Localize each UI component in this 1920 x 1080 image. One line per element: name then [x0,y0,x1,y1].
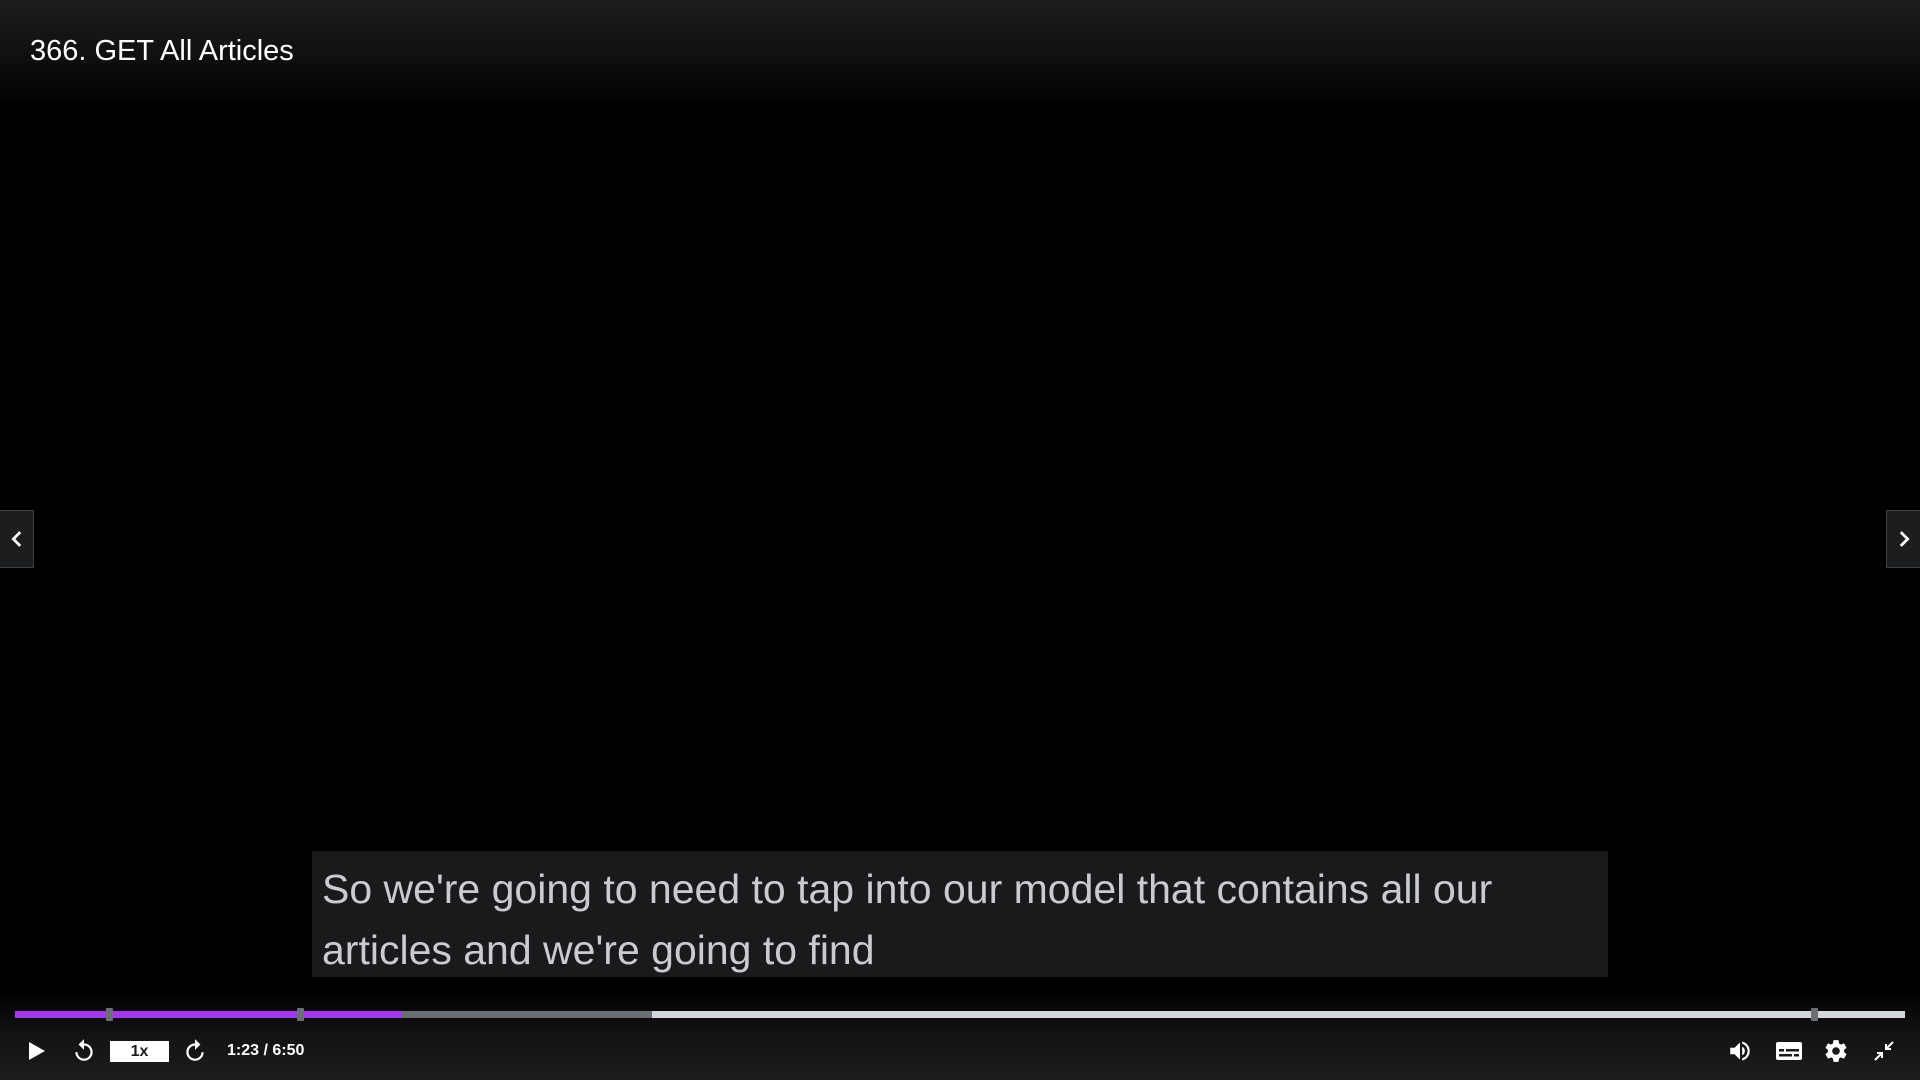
forward-5-icon [186,1039,204,1061]
next-lecture-button[interactable] [1886,510,1920,568]
exit-fullscreen-icon [1874,1041,1894,1061]
video-player[interactable]: 366. GET All Articles So we're going to … [0,0,1920,1080]
exit-fullscreen-button[interactable] [1868,1030,1900,1072]
bookmark-marker[interactable] [1811,1008,1818,1021]
previous-lecture-button[interactable] [0,510,34,568]
settings-button[interactable] [1820,1030,1852,1072]
volume-button[interactable] [1724,1030,1756,1072]
lecture-title: 366. GET All Articles [30,35,294,67]
captions-button[interactable] [1772,1030,1806,1072]
progress-bar[interactable] [15,1008,1905,1021]
chevron-right-icon [1899,531,1910,547]
time-display: 1:23 / 6:50 [227,1042,305,1059]
caption-box: So we're going to need to tap into our m… [312,851,1608,977]
bookmark-marker[interactable] [106,1008,113,1021]
rewind-5-icon [75,1039,93,1061]
play-button[interactable] [20,1030,52,1072]
playback-rate-button[interactable]: 1x [110,1041,169,1062]
gear-icon [1825,1040,1847,1062]
play-icon [29,1042,45,1060]
volume-icon [1730,1041,1750,1061]
captions-icon [1776,1042,1802,1060]
forward-button[interactable] [179,1030,211,1072]
chevron-left-icon [10,531,21,547]
caption-line-1: So we're going to need to tap into our m… [322,866,1493,912]
progress-played [15,1011,403,1018]
control-bar: 1x 1:23 / 6:50 [0,1030,1920,1072]
rewind-button[interactable] [68,1030,100,1072]
caption-line-2: articles and we're going to find [322,927,875,973]
bookmark-marker[interactable] [297,1008,304,1021]
